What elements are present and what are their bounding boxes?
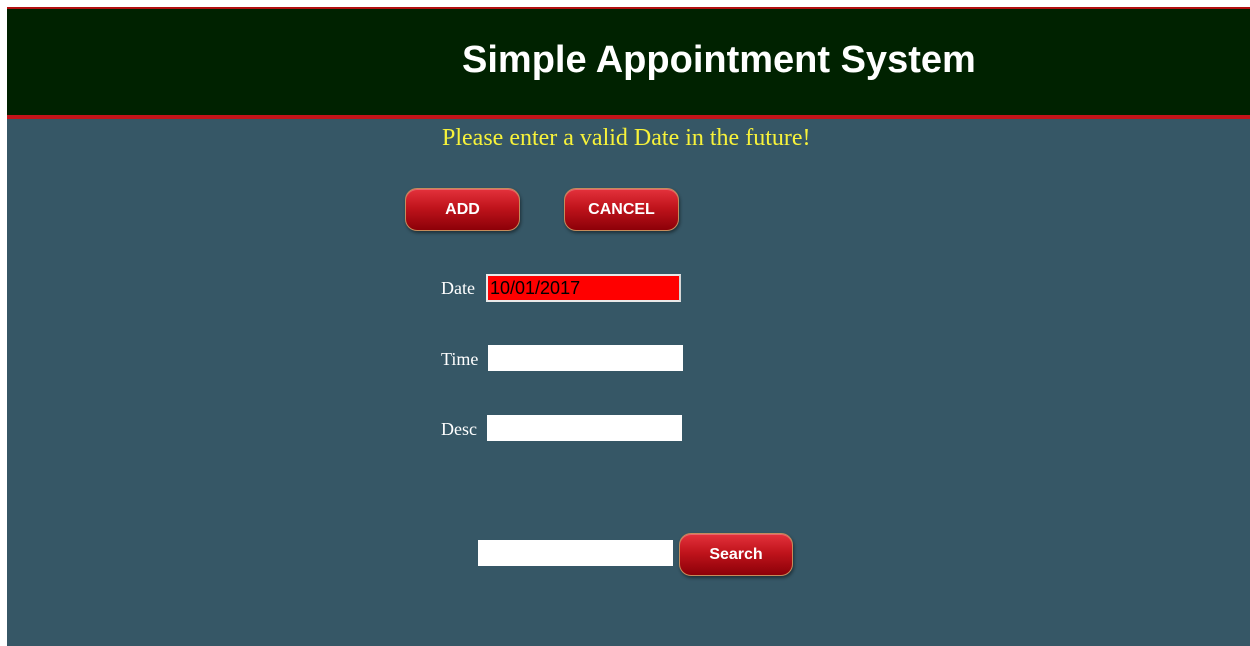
search-input[interactable] [478, 540, 673, 566]
cancel-button[interactable]: CANCEL [564, 188, 679, 231]
page-title: Simple Appointment System [462, 39, 976, 81]
page-header: Simple Appointment System [7, 9, 1250, 119]
time-input[interactable] [488, 345, 683, 371]
validation-error-message: Please enter a valid Date in the future! [442, 125, 811, 151]
desc-input[interactable] [487, 415, 682, 441]
desc-label: Desc [441, 419, 477, 439]
add-button[interactable]: ADD [405, 188, 520, 231]
app-frame: Simple Appointment System Please enter a… [7, 7, 1250, 646]
time-label: Time [441, 349, 479, 369]
date-input[interactable] [486, 274, 681, 302]
date-label: Date [441, 278, 475, 298]
search-button[interactable]: Search [679, 533, 793, 576]
